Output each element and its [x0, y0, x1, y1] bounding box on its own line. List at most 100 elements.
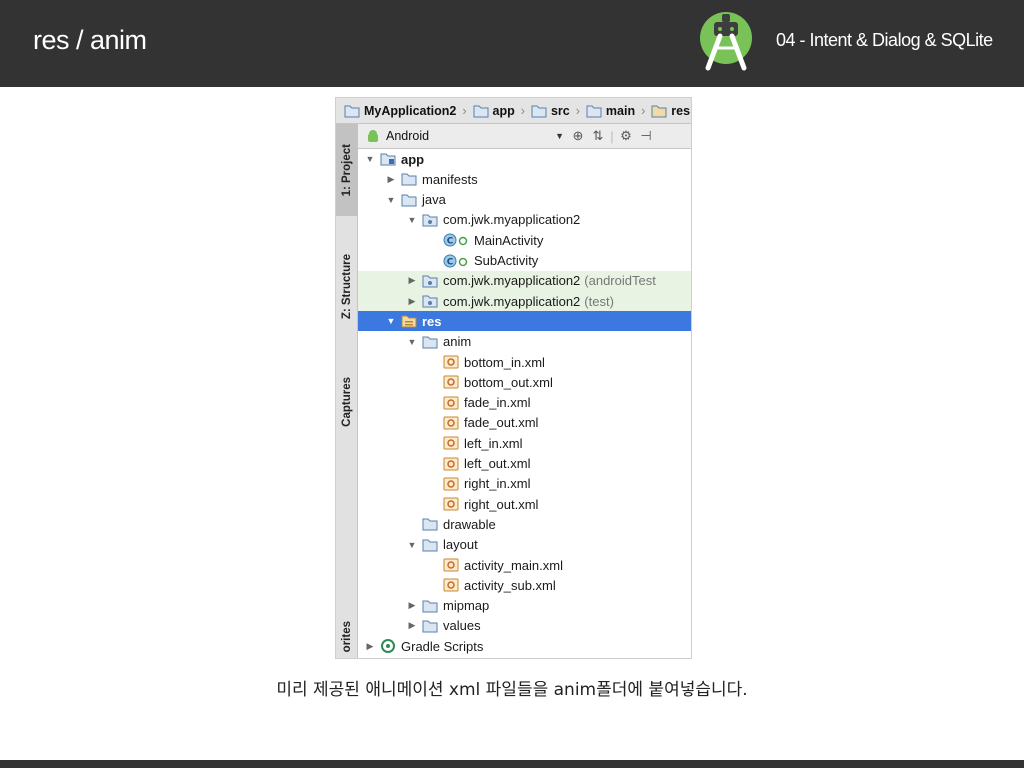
expand-right-icon[interactable]: ▶ — [406, 620, 418, 631]
tab-favorites-label: orites — [341, 621, 353, 653]
breadcrumb-item[interactable]: res — [651, 104, 690, 118]
expand-right-icon[interactable]: ▶ — [406, 600, 418, 611]
tree-row-label: com.jwk.myapplication2 — [443, 273, 581, 289]
xml-file-icon — [443, 436, 459, 450]
folder-icon — [651, 104, 667, 118]
tool-window-bar: 1: Project Z: Structure Captures orites — [336, 124, 358, 658]
tree-row[interactable]: C SubActivity — [358, 251, 691, 271]
breadcrumb: MyApplication2 › app › src › main › res — [336, 98, 691, 124]
xml-file-icon — [443, 477, 459, 491]
tree-row-label: manifests — [422, 171, 478, 187]
tree-row-label: left_in.xml — [464, 435, 523, 451]
tree-row-label: com.jwk.myapplication2 — [443, 293, 581, 309]
tree-row[interactable]: right_in.xml — [358, 474, 691, 494]
ide-screenshot: MyApplication2 › app › src › main › res 1: Proje… — [335, 97, 692, 659]
xml-file-icon — [443, 558, 459, 572]
tree-row[interactable]: fade_in.xml — [358, 393, 691, 413]
breadcrumb-label: MyApplication2 — [364, 103, 457, 118]
tab-project[interactable]: 1: Project — [336, 124, 358, 216]
tree-row[interactable]: left_out.xml — [358, 454, 691, 474]
toolbar-divider: | — [610, 128, 614, 144]
hide-icon[interactable]: ⊣ — [636, 128, 656, 144]
slide-footer — [0, 760, 1024, 768]
expand-right-icon[interactable]: ▶ — [406, 275, 418, 286]
tree-row[interactable]: ▼ layout — [358, 535, 691, 555]
tree-row[interactable]: ▼ com.jwk.myapplication2 — [358, 210, 691, 230]
tab-structure[interactable]: Z: Structure — [336, 224, 358, 349]
expand-down-icon[interactable]: ▼ — [385, 195, 397, 205]
tree-row-label: right_out.xml — [464, 496, 539, 512]
tree-row[interactable]: fade_out.xml — [358, 413, 691, 433]
sync-icon[interactable]: ⊕ — [568, 128, 588, 144]
tree-row[interactable]: right_out.xml — [358, 494, 691, 514]
breadcrumb-label: res — [671, 103, 691, 118]
tree-row[interactable]: ▶ com.jwk.myapplication2 (test) — [358, 291, 691, 312]
gear-icon[interactable]: ⚙ — [616, 128, 636, 144]
expand-down-icon[interactable]: ▼ — [385, 316, 397, 326]
expand-down-icon[interactable]: ▼ — [364, 154, 376, 164]
tree-row[interactable]: ▼ app — [358, 149, 691, 169]
package-icon — [422, 274, 438, 288]
chapter-label: 04 - Intent & Dialog & SQLite — [776, 30, 993, 50]
expand-right-icon[interactable]: ▶ — [406, 296, 418, 307]
folder-icon — [422, 619, 438, 633]
tree-row[interactable]: ▶ Gradle Scripts — [358, 636, 691, 656]
tree-row[interactable]: activity_sub.xml — [358, 575, 691, 595]
expand-right-icon[interactable]: ▶ — [385, 174, 397, 185]
package-icon — [422, 213, 438, 227]
tree-row[interactable]: bottom_in.xml — [358, 352, 691, 372]
android-studio-logo-icon — [698, 8, 754, 72]
folder-icon — [422, 599, 438, 613]
module-icon — [380, 152, 396, 166]
breadcrumb-item[interactable]: src › — [531, 104, 586, 118]
tree-row[interactable]: ▼ anim — [358, 332, 691, 352]
tree-row[interactable]: ▶ values — [358, 616, 691, 636]
slide-header: res / anim 04 - Intent & Dialog & SQLite — [0, 0, 1024, 87]
tab-captures[interactable]: Captures — [336, 356, 358, 448]
expand-down-icon[interactable]: ▼ — [406, 540, 418, 550]
project-tree: ▼ app ▶ manifests ▼ java ▼ com.jwk.myapplicatio… — [358, 149, 691, 658]
tree-row-label: java — [422, 192, 446, 208]
tree-row[interactable]: ▶ com.jwk.myapplication2 (androidTest — [358, 270, 691, 291]
android-icon — [368, 130, 378, 142]
xml-file-icon — [443, 396, 459, 410]
folder-icon — [473, 104, 489, 118]
tree-row[interactable]: bottom_out.xml — [358, 372, 691, 392]
breadcrumb-item[interactable]: MyApplication2 › — [344, 104, 473, 118]
folder-icon — [422, 517, 438, 531]
folder-icon — [586, 104, 602, 118]
breadcrumb-separator: › — [641, 103, 646, 118]
tree-row[interactable]: activity_main.xml — [358, 555, 691, 575]
svg-text:C: C — [447, 257, 454, 267]
tree-row[interactable]: ▼ java — [358, 190, 691, 210]
tree-row[interactable]: ▶ manifests — [358, 169, 691, 189]
expand-right-icon[interactable]: ▶ — [364, 641, 376, 652]
breadcrumb-item[interactable]: main › — [586, 104, 651, 118]
tab-favorites[interactable]: orites — [336, 614, 358, 658]
tree-row-label: activity_sub.xml — [464, 577, 556, 593]
breadcrumb-label: main — [605, 103, 636, 118]
breadcrumb-label: src — [550, 103, 570, 118]
breadcrumb-label: app — [492, 103, 515, 118]
tree-row[interactable]: C MainActivity — [358, 230, 691, 250]
tree-row[interactable]: drawable — [358, 514, 691, 534]
tree-row[interactable]: ▼ res — [358, 311, 691, 332]
tree-row[interactable]: left_in.xml — [358, 433, 691, 453]
tree-row-label: right_in.xml — [464, 476, 531, 492]
xml-file-icon — [443, 497, 459, 511]
tree-row-label: com.jwk.myapplication2 — [443, 212, 581, 228]
tree-row-label: fade_in.xml — [464, 395, 531, 411]
collapse-icon[interactable]: ⇅ — [588, 128, 608, 144]
breadcrumb-separator: › — [520, 103, 525, 118]
folder-icon — [401, 172, 417, 186]
tree-row[interactable]: ▶ mipmap — [358, 596, 691, 616]
expand-down-icon[interactable]: ▼ — [406, 215, 418, 225]
xml-file-icon — [443, 578, 459, 592]
view-mode-select[interactable]: Android ▼ — [358, 129, 568, 143]
tree-row-label: mipmap — [443, 598, 490, 614]
folder-icon — [422, 335, 438, 349]
project-toolbar: Android ▼ ⊕ ⇅ | ⚙ ⊣ — [358, 124, 691, 149]
expand-down-icon[interactable]: ▼ — [406, 337, 418, 347]
breadcrumb-item[interactable]: app › — [473, 104, 531, 118]
tree-row-label: anim — [443, 334, 472, 350]
